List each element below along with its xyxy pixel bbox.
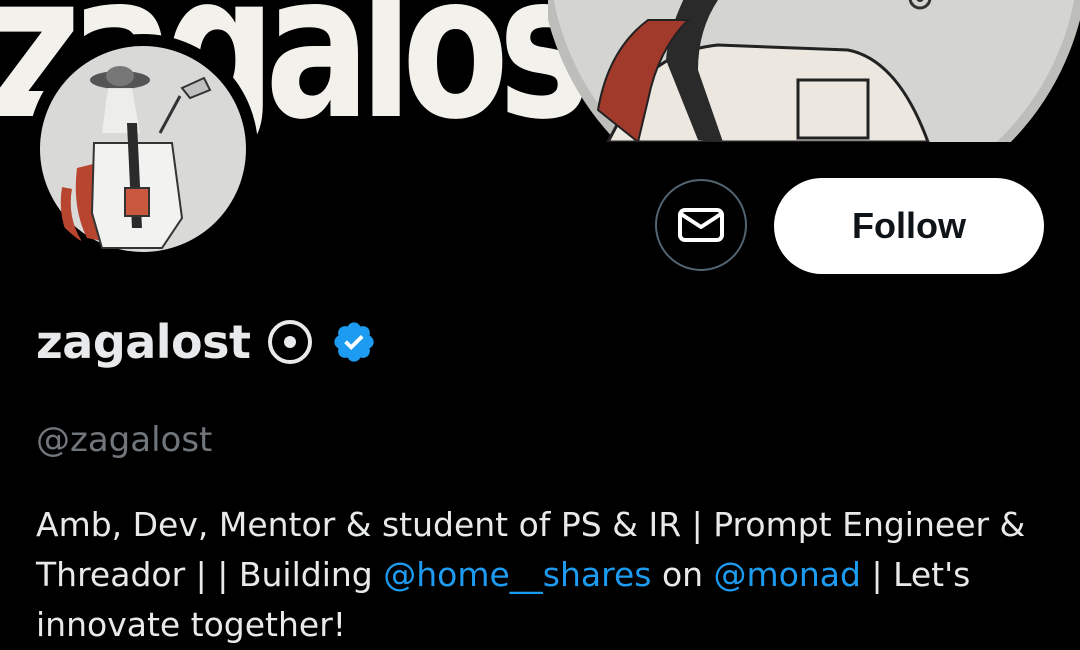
- follow-button[interactable]: Follow: [774, 178, 1044, 274]
- avatar-illustration: [40, 46, 246, 252]
- message-button[interactable]: [655, 179, 747, 271]
- verified-badge-icon[interactable]: [331, 319, 377, 365]
- mention-link-home-shares[interactable]: @home__shares: [383, 555, 651, 594]
- display-name: zagalost: [36, 315, 251, 369]
- target-icon: [267, 320, 312, 364]
- envelope-icon: [678, 208, 724, 242]
- profile-avatar[interactable]: [28, 34, 258, 264]
- banner-illustration: [548, 0, 1080, 142]
- bio-text: on: [651, 555, 714, 594]
- profile-handle: @zagalost: [36, 420, 213, 460]
- profile-bio: Amb, Dev, Mentor & student of PS & IR | …: [36, 500, 1056, 650]
- mention-link-monad[interactable]: @monad: [714, 555, 861, 594]
- display-name-row: zagalost: [36, 312, 377, 372]
